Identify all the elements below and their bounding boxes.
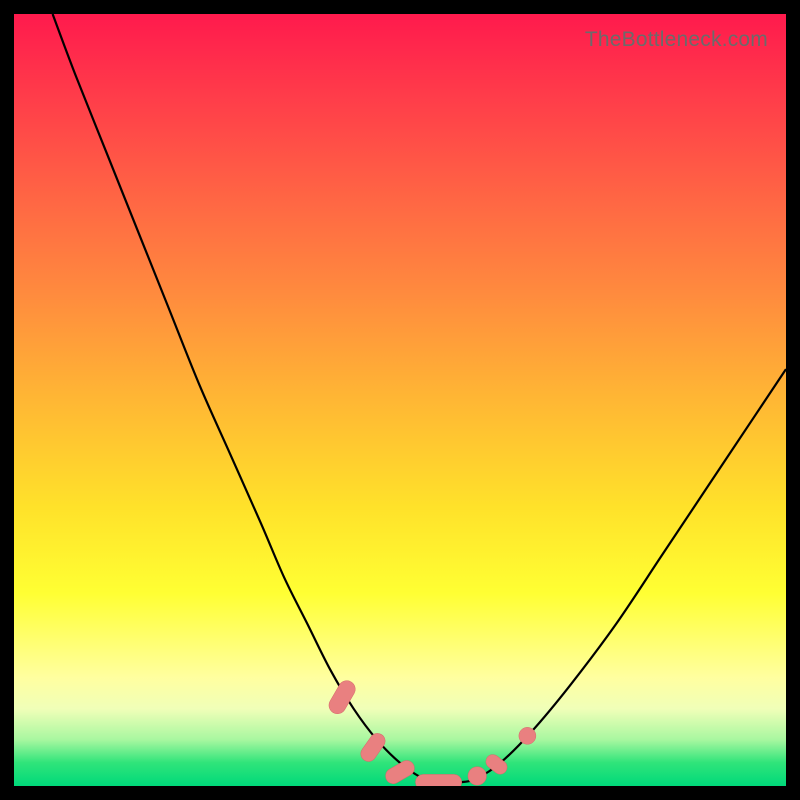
chart-plot-area: TheBottleneck.com [14, 14, 786, 786]
bottleneck-curve-path [53, 14, 786, 783]
curve-markers [326, 678, 536, 786]
chart-frame: TheBottleneck.com [0, 0, 800, 800]
bottleneck-curve-svg [14, 14, 786, 786]
curve-marker [415, 774, 461, 786]
curve-marker [468, 767, 487, 786]
curve-marker [326, 678, 358, 717]
watermark-text: TheBottleneck.com [585, 28, 768, 52]
curve-marker [519, 727, 536, 744]
